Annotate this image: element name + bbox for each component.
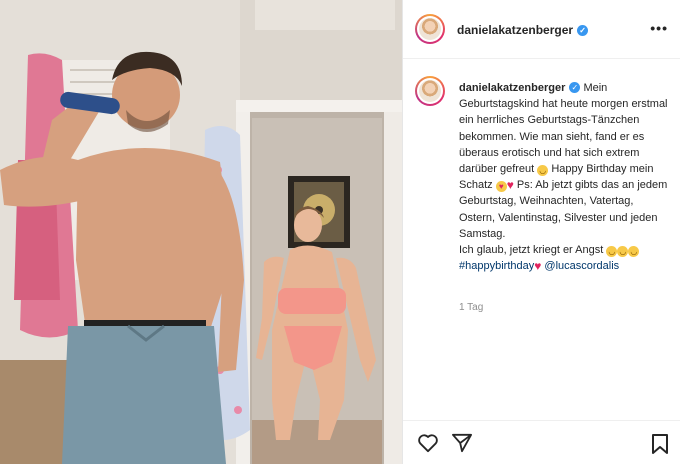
header-username-text[interactable]: danielakatzenberger — [457, 23, 573, 37]
hashtag-link[interactable]: #happybirthday — [459, 260, 534, 272]
caption-text: Mein Geburtstagskind hat heute morgen er… — [459, 82, 668, 176]
caption-username[interactable]: danielakatzenberger — [459, 82, 565, 94]
heart-eyes-emoji: ♥ — [495, 181, 507, 193]
action-bar — [403, 420, 680, 465]
laughing-emoji: ◡ — [617, 246, 629, 258]
post-detail-panel: danielakatzenberger ✓ ••• danielakatzenbe… — [402, 0, 680, 464]
share-paper-plane-icon[interactable] — [451, 433, 473, 453]
laughing-emoji: ◡ — [628, 246, 640, 258]
laughing-emoji: ◡ — [606, 246, 618, 258]
laughing-emoji: ◡ — [537, 165, 549, 177]
verified-badge-icon: ✓ — [569, 82, 581, 93]
verified-badge-icon: ✓ — [577, 25, 589, 36]
red-heart-emoji: ♥ — [506, 178, 514, 193]
post-media[interactable] — [0, 0, 402, 464]
post-timestamp[interactable]: 1 Tag — [459, 302, 483, 313]
avatar-image — [419, 80, 441, 102]
post-caption: danielakatzenberger ✓ Mein Geburtstagskin… — [459, 80, 671, 274]
caption-avatar[interactable] — [415, 76, 445, 106]
avatar[interactable] — [415, 14, 445, 44]
caption-body: Mein Geburtstagskind hat heute morgen er… — [459, 82, 668, 272]
post-header: danielakatzenberger ✓ ••• — [403, 0, 680, 59]
save-bookmark-icon[interactable] — [651, 433, 669, 455]
video-frame — [0, 0, 402, 464]
caption-text: Ich glaub, jetzt kriegt er Angst — [459, 244, 607, 257]
mention-link[interactable]: @lucascordalis — [544, 260, 619, 272]
header-username[interactable]: danielakatzenberger ✓ — [457, 23, 589, 37]
avatar-image — [419, 18, 441, 40]
more-options-icon[interactable]: ••• — [650, 20, 668, 36]
like-heart-icon[interactable] — [417, 433, 439, 453]
